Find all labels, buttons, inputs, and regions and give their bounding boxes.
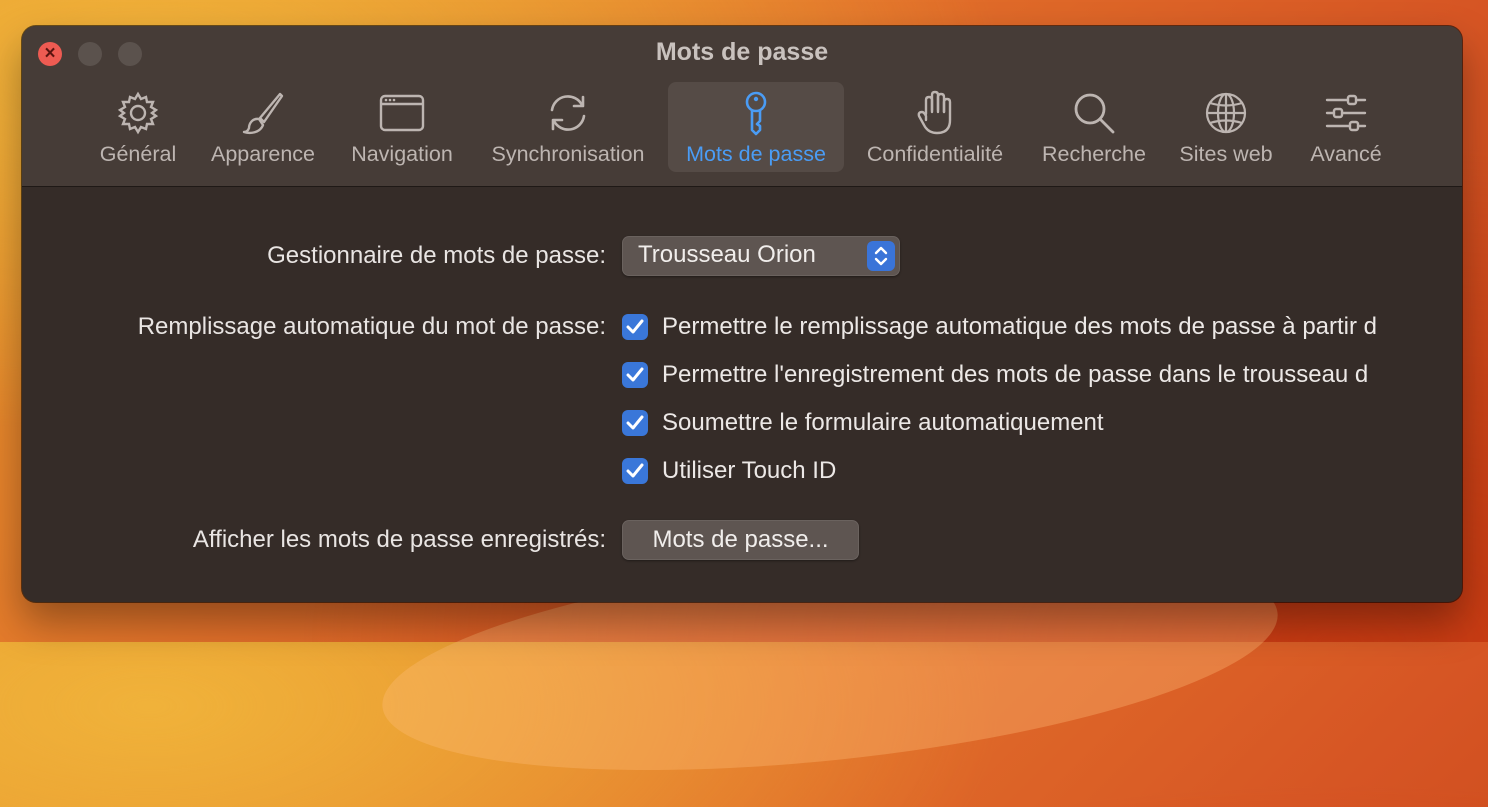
key-icon xyxy=(745,91,767,136)
tab-label: Synchronisation xyxy=(491,142,645,166)
touch-id-label: Utiliser Touch ID xyxy=(662,457,837,484)
gear-icon xyxy=(117,91,159,135)
tab-appearance[interactable]: Apparence xyxy=(202,82,324,172)
tab-synchronisation[interactable]: Synchronisation xyxy=(482,82,654,172)
touch-id-checkbox[interactable] xyxy=(622,458,648,484)
auto-submit-checkbox[interactable] xyxy=(622,410,648,436)
tab-label: Confidentialité xyxy=(866,142,1004,166)
tab-label: Mots de passe xyxy=(686,142,826,166)
popup-chevrons-icon xyxy=(867,241,895,271)
tab-label: Recherche xyxy=(1042,142,1146,166)
autofill-allow-checkbox[interactable] xyxy=(622,314,648,340)
autofill-allow-label: Permettre le remplissage automatique des… xyxy=(662,313,1378,340)
browser-window-icon xyxy=(379,94,425,132)
hand-icon xyxy=(917,90,952,135)
password-manager-value: Trousseau Orion xyxy=(638,241,816,268)
tab-privacy[interactable]: Confidentialité xyxy=(858,82,1012,172)
auto-submit-label: Soumettre le formulaire automatiquement xyxy=(662,409,1104,436)
tab-label: Sites web xyxy=(1179,142,1273,166)
checkmark-icon xyxy=(626,367,644,382)
paintbrush-icon xyxy=(242,92,284,135)
tab-label: Navigation xyxy=(351,142,453,166)
checkmark-icon xyxy=(626,463,644,478)
tab-label: Apparence xyxy=(211,142,315,166)
tab-label: Général xyxy=(99,142,177,166)
saved-passwords-label: Afficher les mots de passe enregistrés: xyxy=(192,526,606,553)
tab-navigation[interactable]: Navigation xyxy=(344,82,460,172)
tab-general[interactable]: Général xyxy=(88,82,188,172)
password-manager-label: Gestionnaire de mots de passe: xyxy=(267,242,606,269)
checkmark-icon xyxy=(626,415,644,430)
tab-websites[interactable]: Sites web xyxy=(1172,82,1280,172)
checkmark-icon xyxy=(626,319,644,334)
autofill-label: Remplissage automatique du mot de passe: xyxy=(137,313,606,340)
magnifier-icon xyxy=(1074,93,1115,134)
sync-icon xyxy=(550,95,586,131)
tab-passwords[interactable]: Mots de passe xyxy=(668,82,844,172)
save-passwords-checkbox[interactable] xyxy=(622,362,648,388)
password-manager-select[interactable]: Trousseau Orion xyxy=(622,236,900,276)
window-title: Mots de passe xyxy=(655,38,829,66)
show-passwords-button[interactable]: Mots de passe... xyxy=(622,520,859,560)
preferences-window: × Mots de passe Général Apparence Naviga… xyxy=(22,26,1462,602)
globe-icon xyxy=(1205,92,1247,134)
tab-search[interactable]: Recherche xyxy=(1036,82,1152,172)
window-toolbar: × Mots de passe Général Apparence Naviga… xyxy=(22,26,1462,187)
sliders-icon xyxy=(1325,94,1367,132)
save-passwords-label: Permettre l'enregistrement des mots de p… xyxy=(662,361,1369,388)
tab-label: Avancé xyxy=(1310,142,1382,166)
tab-advanced[interactable]: Avancé xyxy=(1302,82,1390,172)
